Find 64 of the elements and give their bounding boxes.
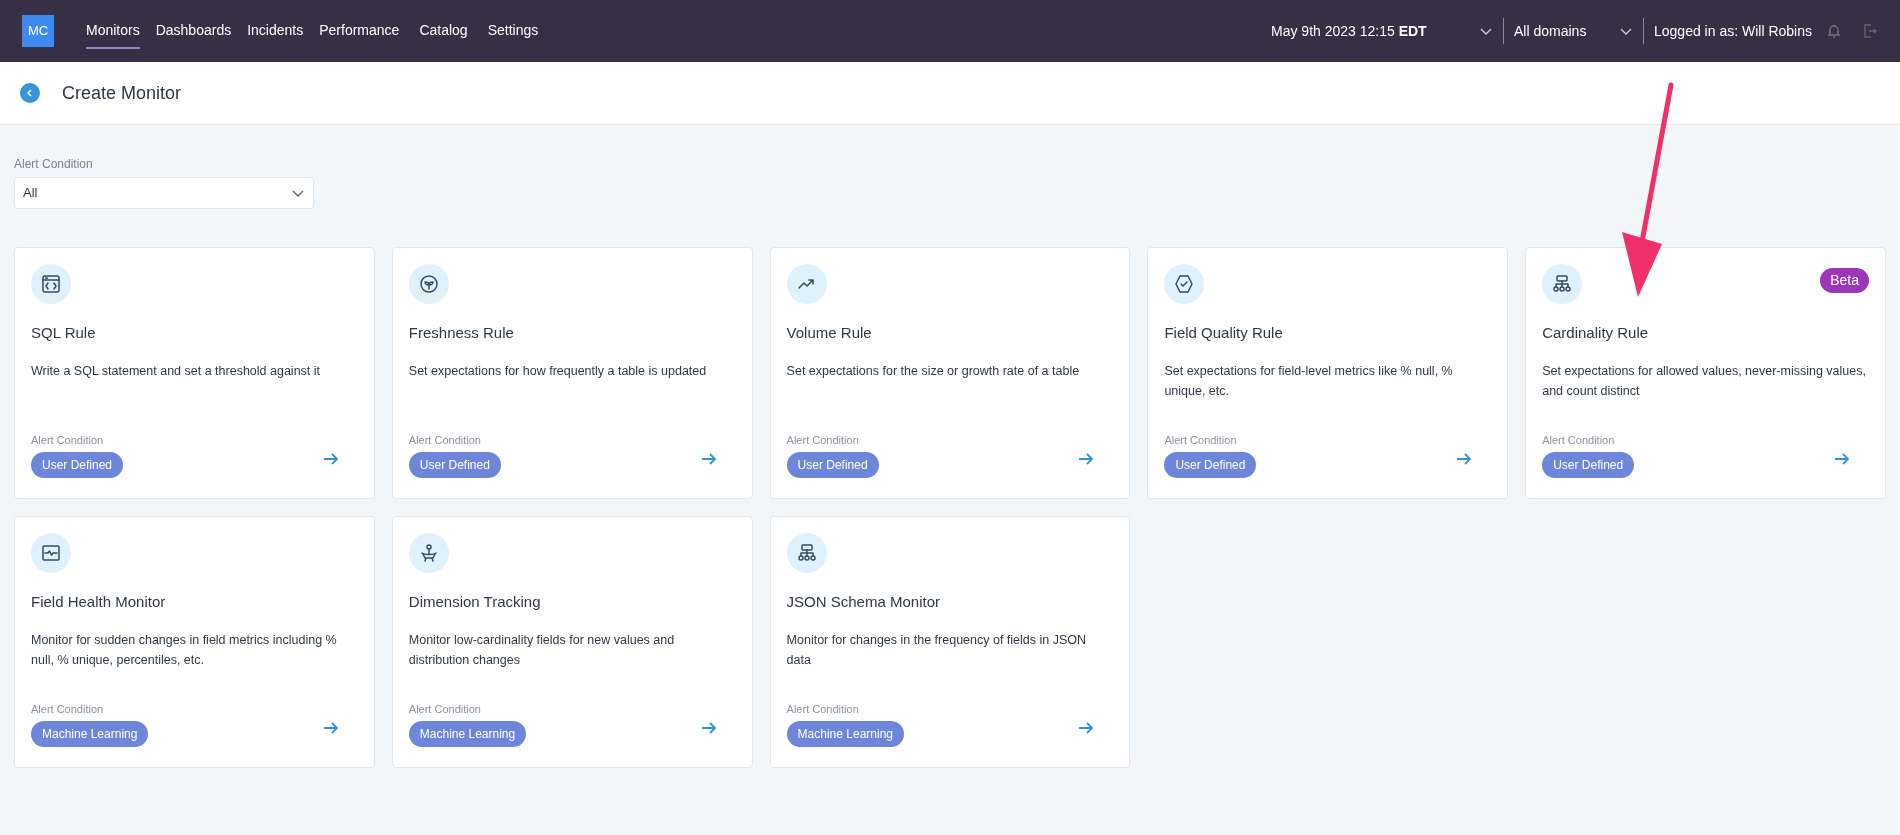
nav-tab[interactable]: Dashboards <box>155 13 232 49</box>
monitor-card[interactable]: JSON Schema Monitor Monitor for changes in the frequency of fields in JSON data Alert Condition Machine Learning <box>769 516 1131 768</box>
condition-tag: Machine Learning <box>408 721 527 747</box>
card-title: SQL Rule <box>31 323 97 343</box>
condition-tag: User Defined <box>31 452 124 478</box>
monitor-card[interactable]: Volume Rule Set expectations for the size or growth rate of a table Alert Condition User Defined <box>769 247 1131 499</box>
hexagon-check-icon <box>1164 264 1205 304</box>
monitor-card[interactable]: Field Health Monitor Monitor for sudden changes in field metrics including % null, % unique, percentiles, etc. Alert Condition Machine Learning <box>14 516 375 768</box>
card-description: Set expectations for the size or growth rate of a table <box>786 362 1081 380</box>
nav-tab[interactable]: Catalog <box>419 13 468 49</box>
card-description: Monitor for changes in the frequency of fields in JSON data <box>786 631 1088 669</box>
alert-condition-select[interactable]: All <box>14 177 314 209</box>
pulse-window-icon <box>31 533 71 573</box>
nav-tab[interactable]: Performance <box>319 13 400 49</box>
condition-tag: User Defined <box>786 452 879 478</box>
condition-label: Alert Condition <box>31 432 105 448</box>
monitor-card[interactable]: Field Quality Rule Set expectations for field-level metrics like % null, % unique, etc. Alert Condition User Defined <box>1147 247 1509 499</box>
beta-badge: Beta <box>1820 268 1869 293</box>
hierarchy-icon <box>1542 264 1583 304</box>
domain-selector[interactable]: All domains <box>1514 20 1619 42</box>
bell-icon[interactable] <box>1826 23 1842 39</box>
hierarchy-icon <box>786 533 827 573</box>
date-selector[interactable]: May 9th 2023 12:15 EDT <box>1271 20 1479 42</box>
monitor-card[interactable]: Freshness Rule Set expectations for how frequently a table is updated Alert Condition User Defined <box>391 247 753 499</box>
card-description: Set expectations for allowed values, never-missing values, and count distinct <box>1542 362 1867 400</box>
condition-label: Alert Condition <box>1164 432 1238 448</box>
condition-tag: User Defined <box>1542 452 1635 478</box>
leaf-circle-icon <box>408 264 449 304</box>
filter-label: Alert Condition <box>14 156 94 173</box>
card-title: Field Health Monitor <box>31 592 167 612</box>
condition-tag: User Defined <box>1164 452 1257 478</box>
condition-label: Alert Condition <box>786 701 860 717</box>
condition-label: Alert Condition <box>1542 432 1616 448</box>
monitor-card[interactable]: SQL Rule Write a SQL statement and set a threshold against it Alert Condition User Defined <box>14 247 375 499</box>
trend-up-icon <box>786 264 827 304</box>
card-description: Monitor for sudden changes in field metrics including % null, % unique, percentiles, etc. <box>31 631 338 669</box>
monitor-card[interactable]: Beta Cardinality Rule Set expectations for allowed values, never-missing values, and count distinct Alert Condition User Defined <box>1525 247 1886 499</box>
logout-icon[interactable] <box>1862 23 1878 39</box>
card-title: Field Quality Rule <box>1164 323 1284 343</box>
card-title: Volume Rule <box>786 323 873 343</box>
card-title: JSON Schema Monitor <box>786 592 941 612</box>
user-label: Logged in as: Will Robins <box>1654 21 1812 41</box>
compass-icon <box>408 533 449 573</box>
card-description: Write a SQL statement and set a threshold against it <box>31 362 322 380</box>
card-description: Set expectations for field-level metrics like % null, % unique, etc. <box>1164 362 1454 400</box>
card-title: Dimension Tracking <box>408 592 542 612</box>
condition-label: Alert Condition <box>408 701 482 717</box>
monitor-card[interactable]: Dimension Tracking Monitor low-cardinality fields for new values and distribution changes Alert Condition Machine Learning <box>391 516 753 768</box>
nav-tab[interactable]: Monitors <box>86 13 140 49</box>
card-title: Freshness Rule <box>408 323 515 343</box>
code-window-icon <box>31 264 71 304</box>
nav-tab[interactable]: Incidents <box>247 13 304 49</box>
card-description: Set expectations for how frequently a table is updated <box>408 362 708 380</box>
back-button[interactable] <box>20 83 40 103</box>
condition-label: Alert Condition <box>408 432 482 448</box>
condition-tag: Machine Learning <box>786 721 904 747</box>
condition-label: Alert Condition <box>786 432 860 448</box>
page-title: Create Monitor <box>62 81 182 105</box>
card-description: Monitor low-cardinality fields for new values and distribution changes <box>408 631 676 669</box>
condition-label: Alert Condition <box>31 701 105 717</box>
condition-tag: User Defined <box>408 452 501 478</box>
condition-tag: Machine Learning <box>31 721 149 747</box>
nav-tab[interactable]: Settings <box>487 13 539 49</box>
card-title: Cardinality Rule <box>1542 323 1650 343</box>
